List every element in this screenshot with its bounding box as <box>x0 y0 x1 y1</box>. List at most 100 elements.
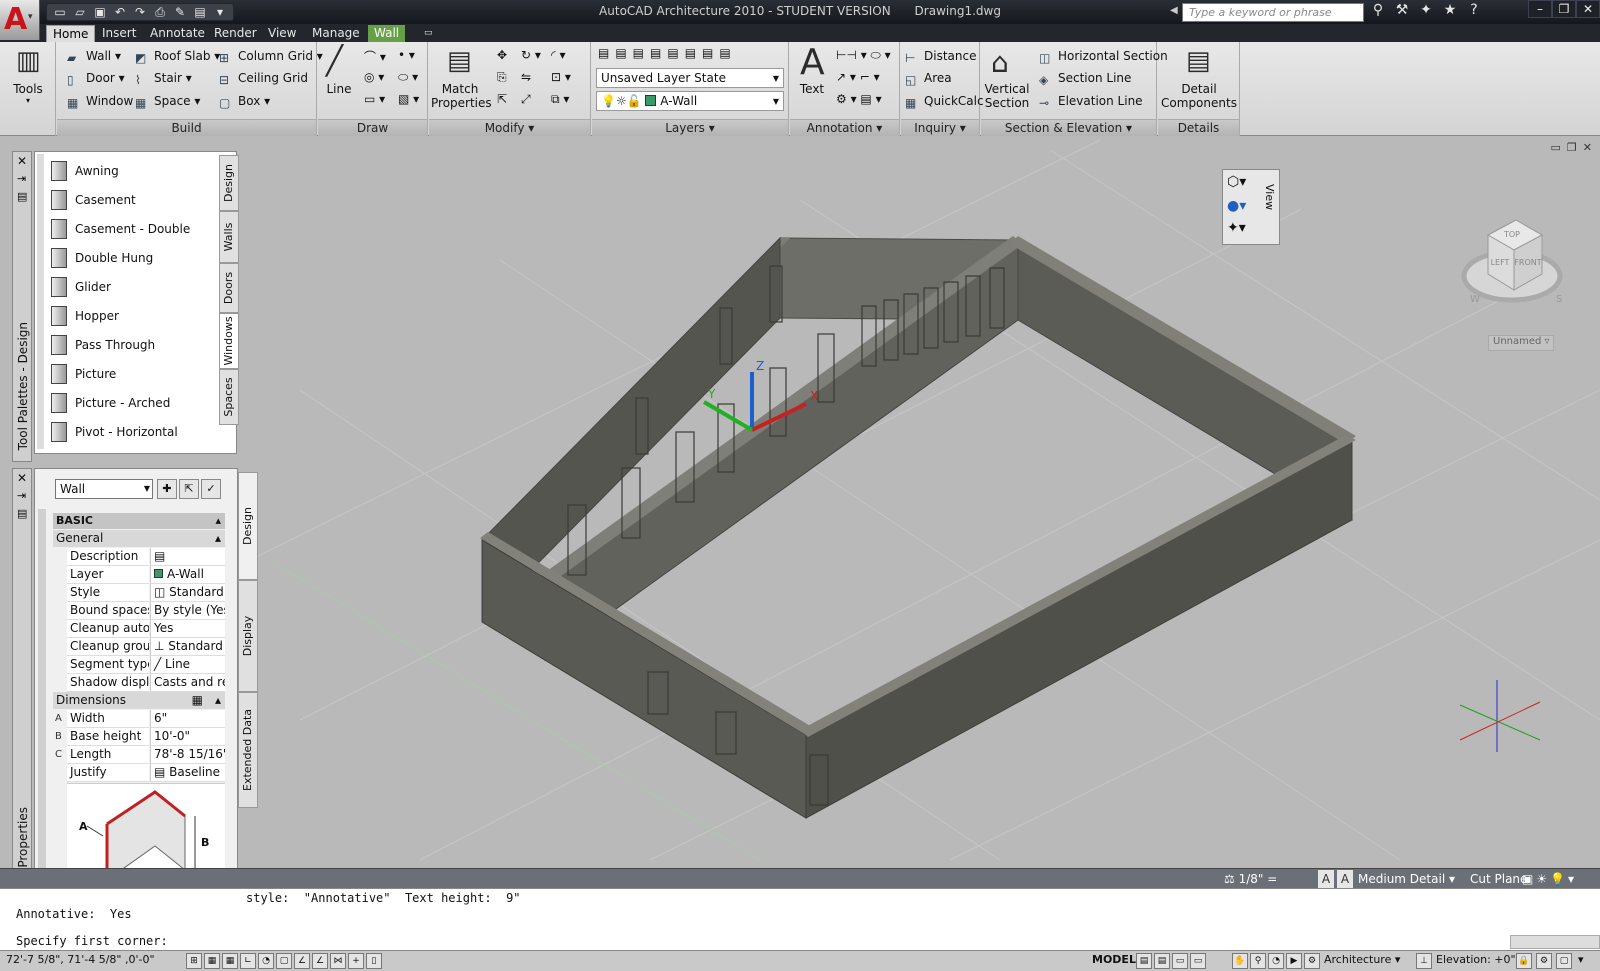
palette-properties-icon[interactable]: ▤ <box>17 507 27 520</box>
viewport-restore-icon[interactable]: ❐ <box>1567 141 1577 154</box>
detail-components-button[interactable]: Detail Components <box>1158 82 1240 110</box>
section-line-button[interactable]: ◈ Section Line <box>1039 71 1131 87</box>
rectangle-icon[interactable]: ▭ ▾ <box>364 92 385 106</box>
3d-osnap-icon[interactable]: ∠ <box>294 953 310 969</box>
showmotion-icon[interactable]: ▶ <box>1286 953 1302 969</box>
ceiling-grid-button[interactable]: ⊟ Ceiling Grid <box>219 71 308 87</box>
properties-tab-extended-data[interactable]: Extended Data <box>238 692 258 808</box>
palette-tab-doors[interactable]: Doors <box>219 263 239 313</box>
tag-icon[interactable]: ⚙ ▾ ▤ ▾ <box>836 92 882 106</box>
elevation-icon[interactable]: ⊥ <box>1416 953 1432 969</box>
hatch-icon[interactable]: ▧ ▾ <box>398 92 419 106</box>
annotation-visibility-icon[interactable]: A <box>1318 870 1334 888</box>
dynamic-input-icon[interactable]: + <box>348 953 364 969</box>
stair-button[interactable]: ⌇ Stair ▾ <box>135 71 192 87</box>
move-icon[interactable]: ✥ <box>497 48 507 62</box>
palette-item-glider[interactable]: Glider <box>51 274 111 300</box>
ortho-mode-icon[interactable]: ∟ <box>240 953 256 969</box>
space-button[interactable]: ▦ Space ▾ <box>135 94 200 110</box>
command-prompt[interactable]: Specify first corner: <box>16 934 168 948</box>
point-icon[interactable]: • ▾ <box>398 48 415 62</box>
tab-home[interactable]: Home <box>46 25 96 42</box>
annotation-scale-select[interactable]: ⚖ 1/8" = 1'-0" ▾ <box>1224 870 1304 904</box>
stretch-icon[interactable]: ⇱ <box>497 92 507 106</box>
palette-item-picture[interactable]: Picture <box>51 361 116 387</box>
object-type-select[interactable]: Wall ▼ <box>55 479 153 499</box>
tab-manage[interactable]: Manage <box>306 25 366 42</box>
properties-titlebar[interactable]: ✕ ⇥ ▤ Properties ▤ <box>12 468 32 892</box>
ucs-name-dropdown[interactable]: Unnamed ▿ <box>1488 335 1554 351</box>
infer-constraints-icon[interactable]: ⊞ <box>186 953 202 969</box>
autohide-icon[interactable]: ⇥ <box>17 489 26 502</box>
maximize-viewport-icon[interactable]: ▭ <box>1172 953 1188 969</box>
circle-icon[interactable]: ◎ ▾ <box>364 70 384 84</box>
orbit-icon[interactable]: ●▾ <box>1227 198 1246 214</box>
status-menu-icon[interactable]: ▾ <box>1578 953 1584 966</box>
tab-wall[interactable]: Wall <box>368 25 406 42</box>
palette-tab-walls[interactable]: Walls <box>219 211 239 263</box>
property-layer[interactable]: Layer A-Wall <box>53 566 225 584</box>
copy-icon[interactable]: ⎘ <box>497 70 507 85</box>
detail-level-select[interactable]: Medium Detail ▾ <box>1358 870 1468 888</box>
command-scrollbar[interactable] <box>1510 935 1600 949</box>
search-expand-icon[interactable]: ◀ <box>1170 5 1178 16</box>
viewport-close-icon[interactable]: ✕ <box>1583 141 1592 154</box>
palette-scrollbar[interactable] <box>37 154 44 449</box>
quick-view-layouts-icon[interactable]: ▤ <box>1136 953 1152 969</box>
window-button[interactable]: ▦ Window <box>67 94 133 110</box>
application-menu-button[interactable]: A ▾ <box>0 0 40 40</box>
grid-display-icon[interactable]: ▦ <box>222 953 238 969</box>
palette-tab-windows[interactable]: Windows <box>219 313 239 369</box>
box-button[interactable]: ▢ Box ▾ <box>219 94 270 110</box>
minimize-button[interactable]: – <box>1528 0 1552 18</box>
toolbar-lock-icon[interactable]: 🔒 <box>1516 953 1532 969</box>
section-basic[interactable]: BASIC ▴ <box>53 513 225 529</box>
elevation-value[interactable]: Elevation: +0" <box>1436 953 1516 966</box>
leader-icon[interactable]: ↗ ▾ ⌐ ▾ <box>836 70 880 84</box>
clean-screen-icon[interactable]: ▢ <box>1556 953 1572 969</box>
hardware-acceleration-icon[interactable]: ⚙ <box>1536 953 1552 969</box>
properties-icon[interactable]: ▤ <box>191 4 209 20</box>
search-input[interactable]: Type a keyword or phrase <box>1182 3 1364 22</box>
close-button[interactable]: ✕ <box>1576 0 1600 18</box>
section-dimensions[interactable]: Dimensions ▦ ▴ <box>53 692 225 709</box>
array-icon[interactable]: ⊡ ▾ <box>551 70 571 84</box>
palette-item-hopper[interactable]: Hopper <box>51 303 119 329</box>
qat-dropdown-icon[interactable]: ▾ <box>211 4 229 20</box>
steeringwheel-icon[interactable]: ⬡▾ <box>1227 174 1246 190</box>
open-icon[interactable]: ▱ <box>71 4 89 20</box>
properties-scrollbar[interactable] <box>38 509 46 879</box>
area-button[interactable]: ◱ Area <box>905 71 952 87</box>
current-layer-select[interactable]: 💡☼🔓 A-Wall ▼ <box>596 91 784 111</box>
help-icon[interactable]: ? <box>1464 2 1484 18</box>
viewport-minimize-icon[interactable]: ▭ <box>1551 141 1561 154</box>
close-icon[interactable]: ✕ <box>17 154 27 168</box>
section-general[interactable]: General ▴ <box>53 530 225 547</box>
tab-annotate[interactable]: Annotate <box>144 25 211 42</box>
fillet-icon[interactable]: ◜ ▾ <box>551 48 565 62</box>
communication-icon[interactable]: ✦ <box>1416 2 1436 18</box>
door-button[interactable]: ▯ Door ▾ <box>67 71 125 87</box>
property-length[interactable]: C Length 78'-8 15/16" <box>53 746 225 764</box>
property-justify[interactable]: Justify ▤ Baseline <box>53 764 225 782</box>
property-description[interactable]: Description ▤ <box>53 548 225 566</box>
distance-button[interactable]: ⊢ Distance <box>905 49 976 65</box>
publish-icon[interactable]: ✎ <box>171 4 189 20</box>
line-button[interactable]: Line <box>320 82 358 96</box>
palette-item-pivot-horizontal[interactable]: Pivot - Horizontal <box>51 419 178 445</box>
roof-slab-button[interactable]: ◩ Roof Slab ▾ <box>135 49 220 65</box>
rotate-icon[interactable]: ↻ ▾ <box>521 48 541 62</box>
select-objects-icon[interactable]: ⇱ <box>179 479 199 499</box>
quick-select-icon[interactable]: ✓ <box>201 479 221 499</box>
properties-tab-display[interactable]: Display <box>238 580 258 692</box>
quickcalc-button[interactable]: ▦ QuickCalc <box>905 94 984 110</box>
new-icon[interactable]: ▭ <box>51 4 69 20</box>
save-icon[interactable]: ▣ <box>91 4 109 20</box>
tab-insert[interactable]: Insert <box>96 25 142 42</box>
vertical-section-button[interactable]: Vertical Section <box>981 82 1033 110</box>
property-bound-spaces[interactable]: Bound spacesBy style (Yes) <box>53 602 225 620</box>
autohide-icon[interactable]: ⇥ <box>17 172 26 185</box>
undo-icon[interactable]: ↶ <box>111 4 129 20</box>
display-tools-icons[interactable]: ▣☀💡▾ <box>1522 870 1577 888</box>
palette-item-casement-double[interactable]: Casement - Double <box>51 216 190 242</box>
